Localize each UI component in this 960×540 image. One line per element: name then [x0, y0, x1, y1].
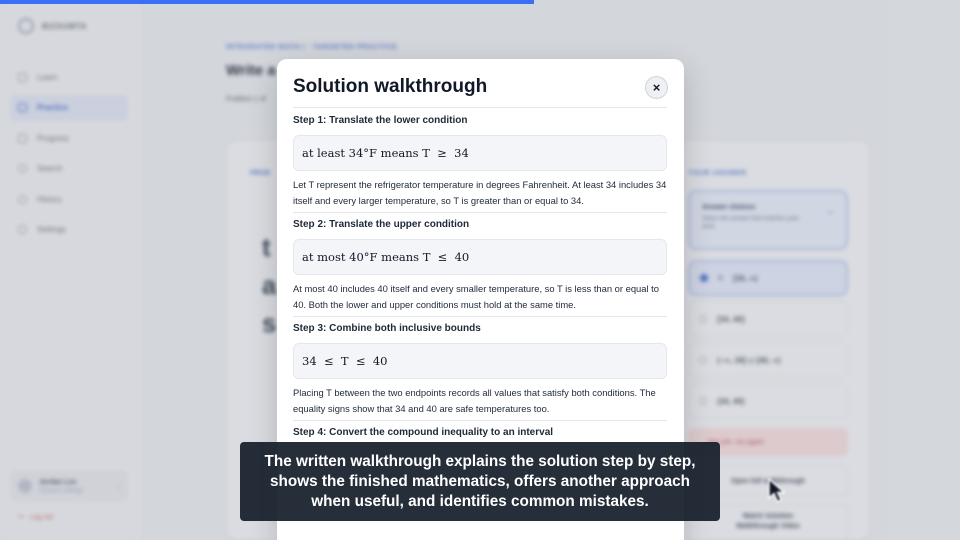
video-caption: The written walkthrough explains the sol…: [240, 442, 720, 521]
divider: [293, 212, 667, 213]
video-progress-bar[interactable]: [0, 0, 960, 4]
step-title: Step 4: Convert the compound inequality …: [293, 427, 554, 438]
step-title: Step 3: Combine both inclusive bounds: [293, 323, 481, 334]
modal-title: Solution walkthrough: [293, 76, 488, 97]
step-formula: at least 34°F means T ≥ 34: [293, 135, 667, 171]
walkthrough-step: Step 3: Combine both inclusive bounds 34…: [293, 323, 667, 416]
step-explanation: Let T represent the refrigerator tempera…: [293, 179, 667, 206]
divider: [293, 316, 667, 317]
divider: [293, 107, 667, 108]
mouse-cursor-icon: [767, 477, 787, 509]
close-button[interactable]: ×: [645, 76, 668, 99]
step-explanation: At most 40 includes 40 itself and every …: [293, 283, 659, 310]
divider: [293, 420, 667, 421]
walkthrough-step: Step 4: Convert the compound inequality …: [293, 427, 667, 440]
step-formula: 34 ≤ T ≤ 40: [293, 343, 667, 379]
caption-line: when useful, and identifies common mista…: [311, 493, 649, 510]
step-formula: at most 40°F means T ≤ 40: [293, 239, 667, 275]
step-title: Step 1: Translate the lower condition: [293, 115, 468, 126]
step-explanation: Placing T between the two endpoints reco…: [293, 387, 656, 414]
walkthrough-step: Step 2: Translate the upper condition at…: [293, 219, 667, 312]
caption-line: The written walkthrough explains the sol…: [264, 453, 696, 470]
walkthrough-step: Step 1: Translate the lower condition at…: [293, 115, 667, 208]
video-progress-fill: [0, 0, 534, 4]
step-title: Step 2: Translate the upper condition: [293, 219, 470, 230]
caption-line: shows the finished mathematics, offers a…: [270, 473, 690, 490]
